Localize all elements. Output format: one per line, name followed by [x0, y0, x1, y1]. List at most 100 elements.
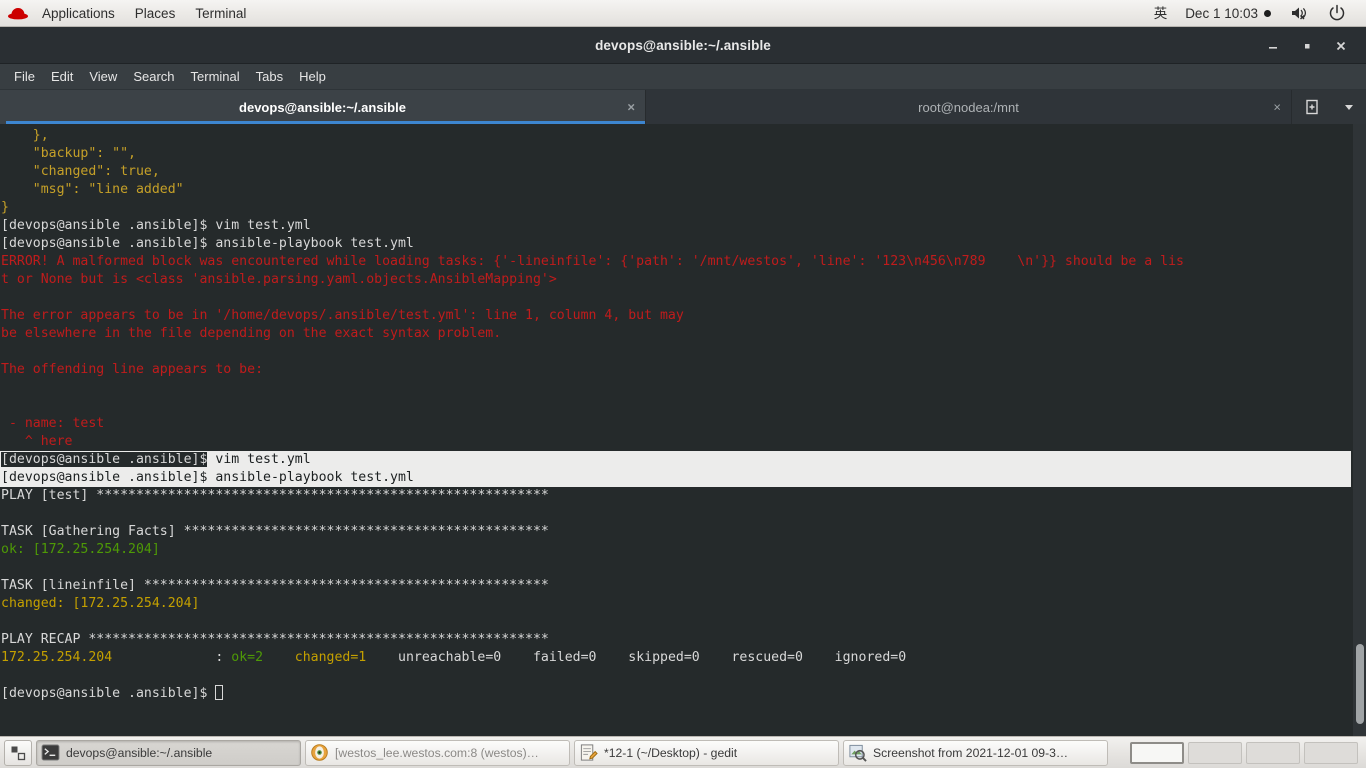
panel-right-area: 英 Dec 1 10:03: [1145, 0, 1366, 27]
terminal-line: changed: [172.25.254.204]: [0, 595, 1353, 613]
gedit-icon: [579, 743, 604, 762]
terminal-line: }: [0, 199, 1353, 217]
workspace-button[interactable]: [1130, 741, 1184, 764]
tab-close-icon[interactable]: ×: [1273, 101, 1281, 114]
terminal-line: "changed": true,: [0, 163, 1353, 181]
terminal-window: devops@ansible:~/.ansible File Edit View…: [0, 27, 1366, 736]
terminal-prompt: [devops@ansible .ansible]$: [1, 452, 208, 467]
tab-bar: devops@ansible:~/.ansible × root@nodea:/…: [0, 90, 1366, 124]
terminal-text-span: [devops@ansible .ansible]$ vim test.yml: [1, 218, 311, 233]
terminal-line-selected: [devops@ansible .ansible]$ ansible-playb…: [0, 469, 1351, 487]
notification-dot-icon: [1264, 9, 1271, 17]
taskbar-window-button[interactable]: *12-1 (~/Desktop) - gedit: [574, 739, 839, 766]
menu-edit[interactable]: Edit: [43, 64, 81, 90]
terminal-text-span: PLAY RECAP *****************************…: [1, 632, 549, 647]
terminal-selected-text: vim test.yml: [207, 452, 311, 467]
terminal-text-span: changed=1: [294, 650, 367, 665]
terminal-text-span: 172.25.254.204: [1, 650, 113, 665]
window-title: devops@ansible:~/.ansible: [595, 37, 771, 53]
taskbar: devops@ansible:~/.ansible [westos_lee.wes…: [0, 736, 1366, 768]
terminal-line: [devops@ansible .ansible]$ ansible-playb…: [0, 235, 1353, 253]
tab-close-icon[interactable]: ×: [627, 101, 635, 114]
redhat-logo-icon[interactable]: [6, 4, 30, 22]
terminal-text-span: },: [1, 128, 49, 143]
window-controls: [1256, 27, 1358, 64]
terminal-text-span: TASK [Gathering Facts] *****************…: [1, 524, 549, 539]
terminal-text-span: changed: [172.25.254.204]: [1, 596, 200, 611]
browser-icon: [310, 743, 335, 762]
terminal-text-span: unreachable=0 failed=0 skipped=0 rescued…: [366, 650, 907, 665]
terminal-text-span: ok=2: [231, 650, 264, 665]
terminal-text-span: :: [112, 650, 232, 665]
window-title-bar[interactable]: devops@ansible:~/.ansible: [0, 27, 1366, 64]
terminal-text-span: t or None but is <class 'ansible.parsing…: [1, 272, 557, 287]
menu-view[interactable]: View: [81, 64, 125, 90]
terminal-text-span: [devops@ansible .ansible]$: [1, 686, 216, 701]
chevron-down-icon[interactable]: [1342, 100, 1356, 114]
menu-file[interactable]: File: [6, 64, 43, 90]
terminal-selected-text: [devops@ansible .ansible]$ ansible-playb…: [1, 470, 414, 485]
menu-help[interactable]: Help: [291, 64, 334, 90]
terminal-text-span: "backup": "",: [1, 146, 136, 161]
workspace-button[interactable]: [1304, 741, 1358, 764]
terminal-output-area[interactable]: }, "backup": "", "changed": true, "msg":…: [0, 124, 1366, 736]
workspace-button[interactable]: [1246, 741, 1300, 764]
terminal-line: [devops@ansible .ansible]$ vim test.yml: [0, 217, 1353, 235]
tab-label: devops@ansible:~/.ansible: [239, 99, 406, 115]
terminal-scrollbar[interactable]: [1353, 124, 1366, 736]
terminal-line: 172.25.254.204 : ok=2 changed=1 unreacha…: [0, 649, 1353, 667]
menu-applications[interactable]: Applications: [32, 0, 125, 27]
menu-terminal[interactable]: Terminal: [183, 64, 248, 90]
taskbar-window-button[interactable]: [westos_lee.westos.com:8 (westos)…: [305, 739, 570, 766]
terminal-text-span: - name: test: [1, 416, 105, 431]
show-desktop-button[interactable]: [4, 739, 32, 766]
workspace-switcher: [1126, 741, 1362, 764]
scrollbar-thumb[interactable]: [1356, 644, 1364, 724]
terminal-line: - name: test: [0, 415, 1353, 433]
taskbar-window-label: [westos_lee.westos.com:8 (westos)…: [335, 745, 539, 760]
terminal-line: TASK [Gathering Facts] *****************…: [0, 523, 1353, 541]
close-button[interactable]: [1324, 27, 1358, 64]
taskbar-window-button[interactable]: devops@ansible:~/.ansible: [36, 739, 301, 766]
terminal-line: },: [0, 127, 1353, 145]
input-method-indicator[interactable]: 英: [1145, 0, 1177, 27]
terminal-icon: [41, 743, 66, 762]
terminal-line: ^ here: [0, 433, 1353, 451]
power-icon[interactable]: [1318, 0, 1356, 27]
workspace-button[interactable]: [1188, 741, 1242, 764]
terminal-line: PLAY RECAP *****************************…: [0, 631, 1353, 649]
terminal-text-span: The offending line appears to be:: [1, 362, 264, 377]
taskbar-window-label: Screenshot from 2021-12-01 09-3…: [873, 745, 1069, 760]
taskbar-window-label: *12-1 (~/Desktop) - gedit: [604, 745, 738, 760]
top-panel: Applications Places Terminal 英 Dec 1 10:…: [0, 0, 1366, 27]
menu-tabs[interactable]: Tabs: [248, 64, 291, 90]
menu-bar: File Edit View Search Terminal Tabs Help: [0, 64, 1366, 90]
tab-root-nodea[interactable]: root@nodea:/mnt ×: [646, 90, 1292, 124]
clock[interactable]: Dec 1 10:03: [1176, 0, 1280, 27]
terminal-text-span: [263, 650, 295, 665]
tab-actions: [1292, 90, 1366, 124]
menu-terminal[interactable]: Terminal: [185, 0, 256, 27]
taskbar-window-button[interactable]: Screenshot from 2021-12-01 09-3…: [843, 739, 1108, 766]
window-list: devops@ansible:~/.ansible [westos_lee.wes…: [36, 739, 1112, 766]
volume-muted-icon[interactable]: [1280, 0, 1318, 27]
terminal-line: TASK [lineinfile] **********************…: [0, 577, 1353, 595]
terminal-line: ok: [172.25.254.204]: [0, 541, 1353, 559]
menu-search[interactable]: Search: [125, 64, 182, 90]
menu-places[interactable]: Places: [125, 0, 186, 27]
new-tab-icon[interactable]: [1303, 98, 1321, 116]
terminal-text-span: PLAY [test] ****************************…: [1, 488, 549, 503]
maximize-button[interactable]: [1290, 27, 1324, 64]
terminal-text: }, "backup": "", "changed": true, "msg":…: [0, 127, 1353, 703]
terminal-text-span: The error appears to be in '/home/devops…: [1, 308, 684, 323]
terminal-line: ERROR! A malformed block was encountered…: [0, 253, 1353, 271]
minimize-button[interactable]: [1256, 27, 1290, 64]
tab-devops-ansible[interactable]: devops@ansible:~/.ansible ×: [0, 90, 646, 124]
